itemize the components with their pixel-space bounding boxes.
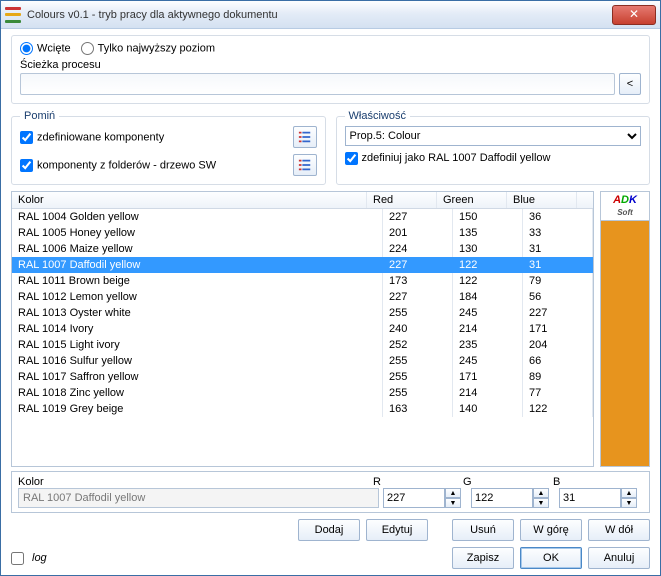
check-folder-tree[interactable]: komponenty z folderów - drzewo SW: [20, 159, 293, 172]
table-row[interactable]: RAL 1004 Golden yellow22715036: [12, 209, 593, 225]
table-row[interactable]: RAL 1018 Zinc yellow25521477: [12, 385, 593, 401]
down-button[interactable]: W dół: [588, 519, 650, 541]
window-title: Colours v0.1 - tryb pracy dla aktywnego …: [27, 9, 612, 21]
check-defined-components[interactable]: zdefiniowane komponenty: [20, 131, 293, 144]
path-label: Ścieżka procesu: [20, 59, 641, 71]
app-window: Colours v0.1 - tryb pracy dla aktywnego …: [0, 0, 661, 576]
cancel-button[interactable]: Anuluj: [588, 547, 650, 569]
save-button[interactable]: Zapisz: [452, 547, 514, 569]
close-button[interactable]: ✕: [612, 5, 656, 25]
path-browse-button[interactable]: <: [619, 73, 641, 95]
header-name[interactable]: Kolor: [12, 192, 367, 208]
titlebar: Colours v0.1 - tryb pracy dla aktywnego …: [1, 1, 660, 29]
detail-panel: Kolor R G B ▲▼ ▲▼ ▲▼: [11, 471, 650, 513]
table-row[interactable]: RAL 1015 Light ivory252235204: [12, 337, 593, 353]
table-row[interactable]: RAL 1005 Honey yellow20113533: [12, 225, 593, 241]
detail-r-label: R: [373, 476, 463, 488]
table-header: Kolor Red Green Blue: [12, 192, 593, 209]
radio-indented[interactable]: Wcięte: [20, 42, 71, 55]
table-row[interactable]: RAL 1012 Lemon yellow22718456: [12, 289, 593, 305]
table-row[interactable]: RAL 1011 Brown beige17312279: [12, 273, 593, 289]
side-panel: ADKSoft: [600, 191, 650, 467]
check-define-as[interactable]: zdefiniuj jako RAL 1007 Daffodil yellow: [345, 152, 551, 164]
table-row[interactable]: RAL 1014 Ivory240214171: [12, 321, 593, 337]
table-row[interactable]: RAL 1013 Oyster white255245227: [12, 305, 593, 321]
content: Wcięte Tylko najwyższy poziom Ścieżka pr…: [1, 29, 660, 575]
table-row[interactable]: RAL 1017 Saffron yellow25517189: [12, 369, 593, 385]
header-green[interactable]: Green: [437, 192, 507, 208]
b-up[interactable]: ▲: [621, 488, 637, 498]
table-row[interactable]: RAL 1019 Grey beige163140122: [12, 401, 593, 417]
property-group: Właściwość Prop.5: Colour zdefiniuj jako…: [336, 110, 651, 185]
mode-group: Wcięte Tylko najwyższy poziom Ścieżka pr…: [11, 35, 650, 104]
detail-name-input: [18, 488, 379, 508]
table-row[interactable]: RAL 1016 Sulfur yellow25524566: [12, 353, 593, 369]
log-checkbox[interactable]: [11, 552, 24, 565]
path-input[interactable]: [20, 73, 615, 95]
radio-top-only[interactable]: Tylko najwyższy poziom: [81, 42, 215, 55]
detail-name-label: Kolor: [18, 476, 373, 488]
color-table: Kolor Red Green Blue RAL 1004 Golden yel…: [11, 191, 594, 467]
r-up[interactable]: ▲: [445, 488, 461, 498]
brand-logo: ADKSoft: [600, 191, 650, 221]
header-red[interactable]: Red: [367, 192, 437, 208]
detail-b-input[interactable]: [559, 488, 621, 508]
delete-button[interactable]: Usuń: [452, 519, 514, 541]
app-icon: [5, 7, 21, 23]
skip-group: Pomiń zdefiniowane komponenty komponenty…: [11, 110, 326, 185]
detail-r-input[interactable]: [383, 488, 445, 508]
b-down[interactable]: ▼: [621, 498, 637, 508]
r-down[interactable]: ▼: [445, 498, 461, 508]
add-button[interactable]: Dodaj: [298, 519, 360, 541]
edit-button[interactable]: Edytuj: [366, 519, 428, 541]
property-legend: Właściwość: [345, 110, 410, 122]
log-label: log: [32, 552, 47, 564]
ok-button[interactable]: OK: [520, 547, 582, 569]
table-row[interactable]: RAL 1007 Daffodil yellow22712231: [12, 257, 593, 273]
detail-g-label: G: [463, 476, 553, 488]
table-body[interactable]: RAL 1004 Golden yellow22715036RAL 1005 H…: [12, 209, 593, 466]
up-button[interactable]: W górę: [520, 519, 582, 541]
list-icon-button-1[interactable]: [293, 126, 317, 148]
skip-legend: Pomiń: [20, 110, 59, 122]
header-blue[interactable]: Blue: [507, 192, 577, 208]
color-swatch: [600, 221, 650, 467]
g-up[interactable]: ▲: [533, 488, 549, 498]
detail-b-label: B: [553, 476, 643, 488]
g-down[interactable]: ▼: [533, 498, 549, 508]
property-select[interactable]: Prop.5: Colour: [345, 126, 642, 146]
list-icon-button-2[interactable]: [293, 154, 317, 176]
detail-g-input[interactable]: [471, 488, 533, 508]
table-row[interactable]: RAL 1006 Maize yellow22413031: [12, 241, 593, 257]
